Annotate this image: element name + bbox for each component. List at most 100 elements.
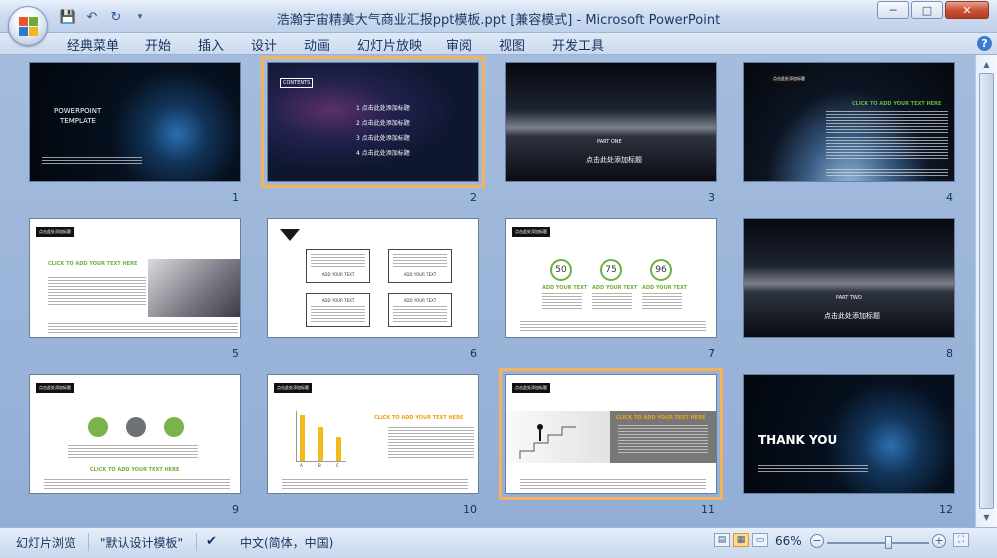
tab-design[interactable]: 设计 (251, 35, 277, 54)
tab-home[interactable]: 开始 (145, 35, 171, 54)
zoom-slider[interactable] (827, 542, 929, 544)
lightbulb-icon (88, 417, 108, 437)
slide-paragraph (642, 293, 682, 309)
bar-label: A (300, 463, 303, 468)
slide-item: 4 点击此处添加标题 (356, 150, 410, 157)
zoom-level[interactable]: 66% (775, 534, 802, 548)
slide-number: 11 (701, 503, 715, 516)
slide-thumbnail-10[interactable]: 点击此处添加标题 A B C CLICK TO ADD YOUR TEXT HE… (267, 374, 479, 494)
slide-caption: 点击此处添加标题 (586, 156, 642, 164)
bar-label: B (318, 463, 321, 468)
scroll-thumb[interactable] (979, 73, 994, 509)
slide-number: 9 (232, 503, 239, 516)
slide-paragraph (68, 445, 198, 459)
language-label[interactable]: 中文(简体，中国) (240, 534, 333, 551)
text-box: ADD YOUR TEXT (388, 249, 452, 283)
vertical-scrollbar[interactable]: ▲ ▼ (975, 55, 997, 527)
view-mode-label: 幻灯片浏览 (16, 536, 77, 550)
chart-axis (296, 411, 297, 461)
slide-paragraph (282, 479, 468, 489)
slide-thumbnail-11[interactable]: 点击此处添加标题 CLICK TO ADD YOUR TEXT HERE (499, 368, 723, 500)
tab-animations[interactable]: 动画 (304, 35, 330, 54)
office-button[interactable] (8, 6, 48, 46)
tab-view[interactable]: 视图 (499, 35, 525, 54)
slide-paragraph (826, 169, 948, 177)
triangle-icon (280, 229, 300, 241)
chart-axis (296, 461, 346, 462)
slide-thumbnail-3[interactable]: PART ONE 点击此处添加标题 (505, 62, 717, 182)
slide-green-text: ADD YOUR TEXT (642, 285, 688, 291)
close-button[interactable]: ✕ (945, 1, 989, 19)
slide-green-text: CLICK TO ADD YOUR TEXT HERE (90, 467, 180, 473)
window-controls: ─ □ ✕ (877, 1, 989, 19)
slide-number: 2 (470, 191, 477, 204)
slide-thumbnail-6[interactable]: ADD YOUR TEXT ADD YOUR TEXT ADD YOUR TEX… (267, 218, 479, 338)
zoom-out-button[interactable]: − (810, 534, 824, 548)
zoom-in-button[interactable]: + (932, 534, 946, 548)
slide-paragraph (758, 465, 868, 473)
fit-to-window-icon[interactable]: ⛶ (953, 533, 969, 547)
slide-title: POWERPOINT (54, 107, 102, 115)
spell-check-icon[interactable]: ✔ (206, 534, 217, 549)
slide-paragraph (542, 293, 582, 309)
slide-paragraph (42, 157, 142, 164)
slide-number: 1 (232, 191, 239, 204)
title-bar: 💾 ↶ ↻ ▾ 浩瀚宇宙精美大气商业汇报ppt模板.ppt [兼容模式] - M… (0, 0, 997, 33)
slide-paragraph (826, 111, 948, 133)
slide-thumbnail-2[interactable]: CONTENTS 1 点击此处添加标题 2 点击此处添加标题 3 点击此处添加标… (261, 56, 485, 188)
slide-header: 点击此处添加标题 (512, 383, 550, 393)
tab-classic-menu[interactable]: 经典菜单 (67, 35, 119, 54)
stairs-drawing-icon (519, 424, 576, 459)
text-box: ADD YOUR TEXT (388, 293, 452, 327)
normal-view-icon[interactable]: ▤ (714, 533, 730, 547)
percent-circle: 50 (550, 259, 572, 281)
chart-bar (300, 415, 305, 461)
percent-circle: 96 (650, 259, 672, 281)
slide-paragraph (48, 277, 146, 307)
slide-paragraph (520, 479, 706, 489)
slide-header: 点击此处添加标题 (512, 227, 550, 237)
slide-thumbnail-8[interactable]: PART TWO 点击此处添加标题 (743, 218, 955, 338)
chart-bar (336, 437, 341, 461)
scroll-down-icon[interactable]: ▼ (979, 510, 994, 525)
slide-number: 10 (463, 503, 477, 516)
tab-review[interactable]: 审阅 (446, 35, 472, 54)
stairs-image (506, 411, 610, 463)
slideshow-view-icon[interactable]: ▭ (752, 533, 768, 547)
zoom-slider-thumb[interactable] (885, 536, 892, 549)
slide-item: 3 点击此处添加标题 (356, 135, 410, 142)
slide-orange-text: CLICK TO ADD YOUR TEXT HERE (616, 415, 706, 421)
slide-paragraph (48, 323, 238, 333)
minimize-button[interactable]: ─ (877, 1, 909, 19)
slide-green-text: CLICK TO ADD YOUR TEXT HERE (852, 101, 942, 107)
slide-number: 6 (470, 347, 477, 360)
slide-thumbnail-9[interactable]: 点击此处添加标题 CLICK TO ADD YOUR TEXT HERE (29, 374, 241, 494)
slide-title: TEMPLATE (60, 117, 96, 125)
slide-thumbnail-5[interactable]: 点击此处添加标题 CLICK TO ADD YOUR TEXT HERE (29, 218, 241, 338)
window-title: 浩瀚宇宙精美大气商业汇报ppt模板.ppt [兼容模式] - Microsoft… (276, 13, 721, 28)
text-box: ADD YOUR TEXT (306, 249, 370, 283)
slide-number: 4 (946, 191, 953, 204)
slide-item: 1 点击此处添加标题 (356, 105, 410, 112)
slide-caption: 点击此处添加标题 (824, 312, 880, 320)
slide-thumbnail-7[interactable]: 点击此处添加标题 50 75 96 ADD YOUR TEXT ADD YOUR… (505, 218, 717, 338)
status-bar: 幻灯片浏览 "默认设计模板" ✔ 中文(简体，中国) ▤ ▦ ▭ 66% − +… (0, 527, 997, 558)
laptop-image (148, 259, 240, 317)
slide-part: PART ONE (597, 139, 622, 145)
maximize-button[interactable]: □ (911, 1, 943, 19)
office-logo-icon (19, 17, 38, 36)
tab-insert[interactable]: 插入 (198, 35, 224, 54)
slide-sorter-view-icon[interactable]: ▦ (733, 533, 749, 547)
text-box: ADD YOUR TEXT (306, 293, 370, 327)
tab-developer[interactable]: 开发工具 (552, 35, 604, 54)
ribbon-tabs: 经典菜单 开始 插入 设计 动画 幻灯片放映 审阅 视图 开发工具 ? (0, 33, 997, 55)
slide-thumbnail-12[interactable]: THANK YOU (743, 374, 955, 494)
slide-thumbnail-1[interactable]: POWERPOINT TEMPLATE (29, 62, 241, 182)
slide-green-text: ADD YOUR TEXT (542, 285, 588, 291)
slide-item: 2 点击此处添加标题 (356, 120, 410, 127)
scroll-up-icon[interactable]: ▲ (979, 57, 994, 72)
help-icon[interactable]: ? (977, 36, 992, 51)
tab-slideshow[interactable]: 幻灯片放映 (357, 35, 422, 54)
slide-thumbnail-4[interactable]: 点击此处添加标题 CLICK TO ADD YOUR TEXT HERE (743, 62, 955, 182)
theme-label: "默认设计模板" (100, 536, 184, 550)
